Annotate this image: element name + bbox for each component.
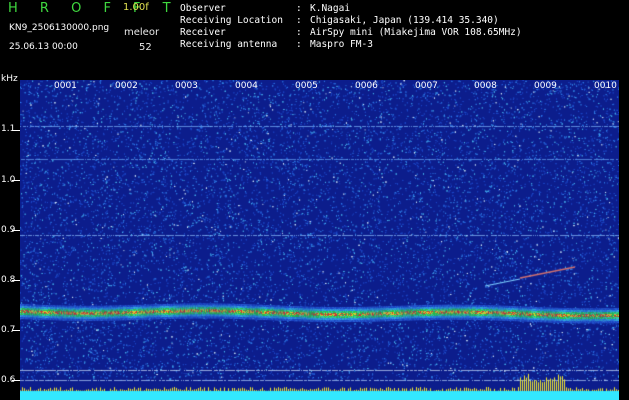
x-tick-label: 0005 xyxy=(295,81,318,91)
y-tick xyxy=(12,380,20,381)
meteor-label: meleor xyxy=(124,27,160,38)
x-tick-label: 0008 xyxy=(474,81,497,91)
x-tick-label: 0004 xyxy=(235,81,258,91)
info-key: Receiver xyxy=(180,27,226,38)
info-key: Observer xyxy=(180,3,226,14)
x-tick-label: 0007 xyxy=(415,81,438,91)
info-key: Receiving Location xyxy=(180,15,283,26)
info-key: Receiving antenna xyxy=(180,39,278,50)
info-value: AirSpy mini (Miakejima VOR 108.65MHz) xyxy=(310,27,522,38)
header: H R O F F T 1.00f KN9_2506130000.png 25.… xyxy=(0,0,629,76)
info-row-receiver: Receiver: AirSpy mini (Miakejima VOR 108.… xyxy=(180,27,522,38)
info-row-location: Receiving Location: Chigasaki, Japan (139… xyxy=(180,15,499,26)
waterfall-spectrogram xyxy=(20,80,619,400)
y-tick xyxy=(12,230,20,231)
app-logo: H R O F F T xyxy=(8,1,180,16)
x-tick-label: 0001 xyxy=(54,81,77,91)
y-tick-label: 1.1 xyxy=(1,124,16,134)
info-row-antenna: Receiving antenna: Maspro FM-3 xyxy=(180,39,373,50)
meteor-count: 52 xyxy=(139,42,152,53)
y-axis-unit: kHz xyxy=(1,74,18,84)
x-tick-label: 0002 xyxy=(115,81,138,91)
x-tick-label: 0010 xyxy=(594,81,617,91)
x-tick-label: 0003 xyxy=(175,81,198,91)
x-tick-label: 0006 xyxy=(355,81,378,91)
station-info: Observer: K.Nagai Receiving Location: Chig… xyxy=(180,3,522,51)
app-version: 1.00f xyxy=(123,2,149,13)
y-tick xyxy=(12,130,20,131)
info-value: Chigasaki, Japan (139.414 35.340) xyxy=(310,15,499,26)
x-tick-label: 0009 xyxy=(534,81,557,91)
spectrogram-canvas xyxy=(20,80,619,400)
timestamp: 25.06.13 00:00 xyxy=(9,42,78,52)
info-value: K.Nagai xyxy=(310,3,351,14)
file-name: KN9_2506130000.png xyxy=(9,23,110,33)
y-tick xyxy=(12,280,20,281)
y-tick xyxy=(12,330,20,331)
info-row-observer: Observer: K.Nagai xyxy=(180,3,351,14)
y-tick xyxy=(12,180,20,181)
info-value: Maspro FM-3 xyxy=(310,39,373,50)
